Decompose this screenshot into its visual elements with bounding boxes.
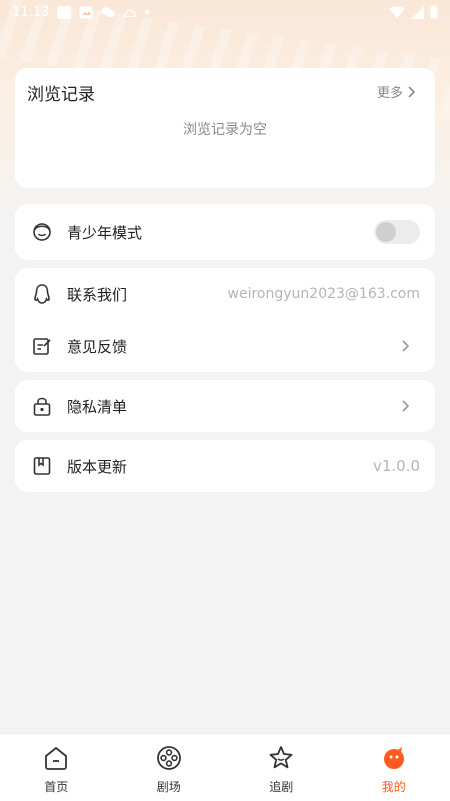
teen-mode-row: 青少年模式	[15, 206, 435, 258]
history-title: 浏览记录	[27, 85, 95, 105]
more-notifications-dot-icon	[145, 10, 150, 14]
tab-mine-label: 我的	[381, 780, 406, 794]
support-card: 联系我们 weirongyun2023@163.com 意见反馈	[15, 268, 435, 372]
battery-icon	[430, 5, 438, 19]
feedback-row[interactable]: 意见反馈	[15, 320, 435, 372]
version-card: 版本更新 v1.0.0	[15, 440, 435, 492]
signal-icon	[411, 5, 424, 19]
history-card: 浏览记录 更多 浏览记录为空	[15, 68, 435, 188]
star-icon	[269, 746, 293, 769]
profile-face-icon	[383, 747, 404, 769]
tab-follow-label: 追剧	[269, 780, 294, 794]
film-reel-icon	[156, 746, 181, 770]
privacy-card: 隐私清单	[15, 380, 435, 432]
lock-icon	[33, 397, 51, 416]
notification-square-icon	[57, 5, 72, 19]
chevron-right-icon	[402, 340, 410, 352]
contact-row[interactable]: 联系我们 weirongyun2023@163.com	[15, 268, 435, 320]
wifi-icon	[389, 5, 405, 18]
bottom-tab-bar: 首页 剧场 追剧 我的	[0, 733, 450, 801]
contact-email: weirongyun2023@163.com	[227, 286, 420, 302]
teen-face-icon	[33, 223, 51, 241]
version-label: 版本更新	[67, 457, 128, 476]
contact-label: 联系我们	[67, 285, 128, 304]
home-icon	[45, 747, 68, 770]
teen-mode-card: 青少年模式	[15, 204, 435, 260]
privacy-label: 隐私清单	[67, 397, 128, 416]
history-empty-text: 浏览记录为空	[183, 122, 267, 138]
image-icon	[79, 6, 93, 18]
version-row[interactable]: 版本更新 v1.0.0	[15, 440, 435, 492]
chevron-right-icon	[402, 400, 410, 412]
tab-home[interactable]: 首页	[0, 734, 113, 801]
status-time: 11:13	[12, 4, 50, 20]
history-more-link[interactable]: 更多	[377, 82, 417, 101]
tab-home-label: 首页	[44, 780, 69, 794]
tab-theater[interactable]: 剧场	[113, 734, 226, 801]
tab-mine[interactable]: 我的	[338, 734, 450, 801]
version-value: v1.0.0	[372, 457, 420, 475]
status-bar: 11:13	[0, 0, 450, 24]
tab-theater-label: 剧场	[156, 780, 181, 794]
history-more-label: 更多	[376, 86, 403, 101]
privacy-row[interactable]: 隐私清单	[15, 380, 435, 432]
tab-follow[interactable]: 追剧	[225, 734, 338, 801]
feedback-label: 意见反馈	[67, 337, 128, 356]
edit-note-icon	[33, 338, 51, 355]
toggle-knob	[376, 222, 396, 242]
bookmark-book-icon	[33, 457, 51, 475]
cloud-icon	[124, 9, 137, 17]
teen-mode-toggle[interactable]	[374, 220, 420, 244]
chevron-right-icon	[408, 85, 416, 98]
chat-icon	[101, 6, 116, 17]
teen-mode-label: 青少年模式	[67, 223, 143, 242]
qq-penguin-icon	[34, 284, 50, 304]
